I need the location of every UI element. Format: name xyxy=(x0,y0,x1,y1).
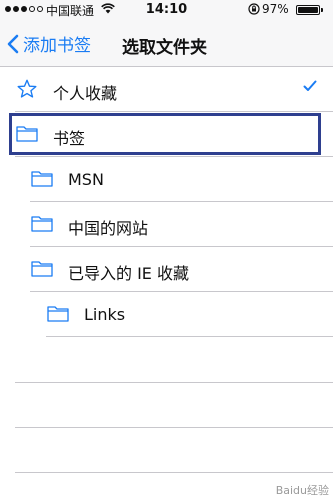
status-bar: 中国联通 14:10 97% xyxy=(0,0,333,20)
back-button[interactable]: 添加书签 xyxy=(7,31,91,56)
orientation-lock-icon xyxy=(248,3,260,18)
list-item-china-sites[interactable]: 中国的网站 xyxy=(0,202,333,247)
folder-icon xyxy=(31,216,53,232)
list-item-label: 个人收藏 xyxy=(53,84,118,103)
empty-row-divider xyxy=(15,382,333,383)
star-icon xyxy=(17,79,37,98)
list-item-label: 中国的网站 xyxy=(68,219,149,238)
navigation-bar: 添加书签 选取文件夹 xyxy=(0,20,333,67)
list-item-label: Links xyxy=(84,305,126,324)
list-item-favorites[interactable]: 个人收藏 xyxy=(0,67,333,112)
watermark: Baidu经验 xyxy=(275,484,329,497)
list-item-bookmarks[interactable]: 书签 xyxy=(0,112,333,157)
battery-percentage: 97% xyxy=(262,2,289,16)
chevron-left-icon xyxy=(7,34,19,53)
back-button-label: 添加书签 xyxy=(23,36,91,56)
battery-icon xyxy=(296,5,320,15)
empty-row-divider xyxy=(15,427,333,428)
list-item-msn[interactable]: MSN xyxy=(0,157,333,202)
list-item-label: MSN xyxy=(68,170,104,189)
list-item-ie-favorites[interactable]: 已导入的 IE 收藏 xyxy=(0,247,333,292)
folder-icon xyxy=(16,126,38,142)
list-item-links[interactable]: Links xyxy=(0,292,333,337)
list-item-label: 书签 xyxy=(53,129,86,148)
folder-icon xyxy=(31,171,53,187)
empty-row-divider xyxy=(15,472,333,473)
checkmark-icon xyxy=(303,80,317,91)
page-title: 选取文件夹 xyxy=(122,38,207,58)
folder-icon xyxy=(47,306,69,322)
folder-icon xyxy=(31,261,53,277)
list-item-label: 已导入的 IE 收藏 xyxy=(68,264,190,283)
